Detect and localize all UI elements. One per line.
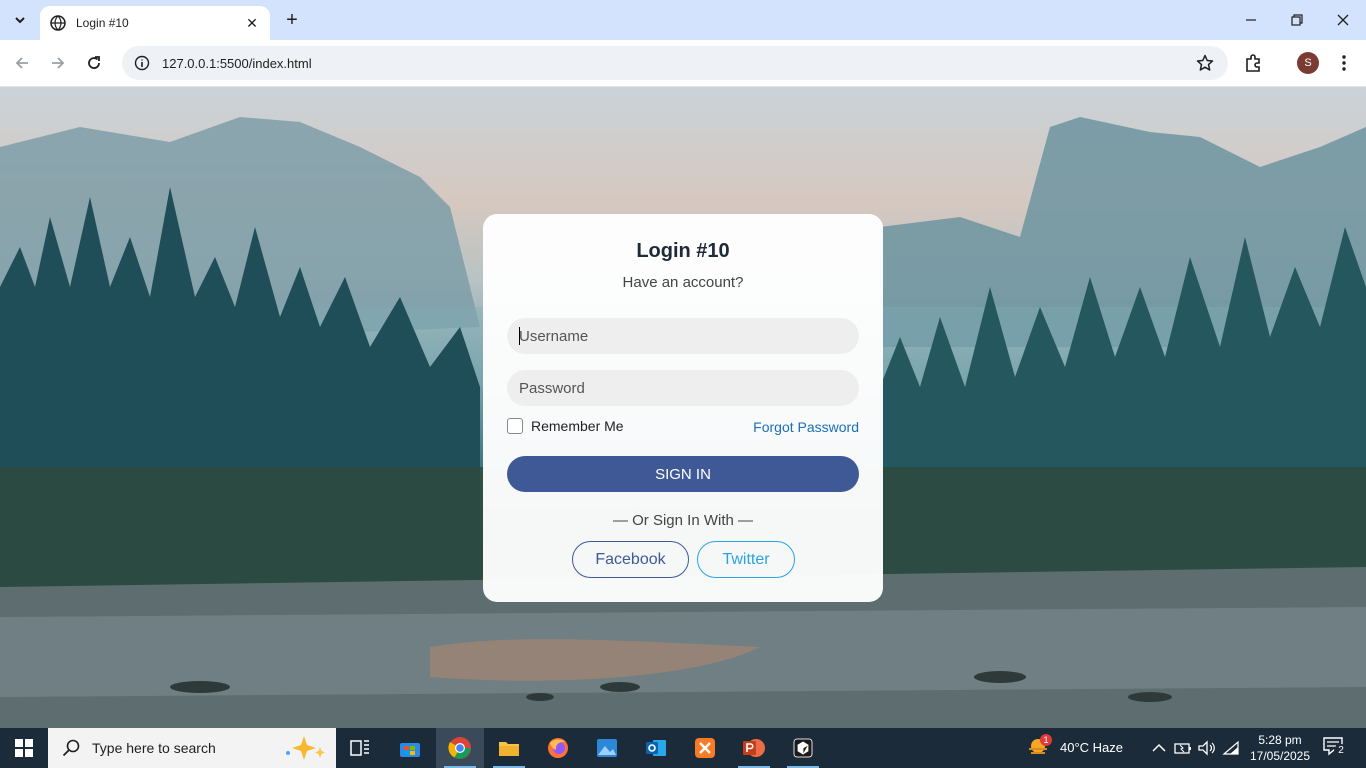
arrow-left-icon bbox=[15, 57, 28, 69]
page-viewport: Login #10 Have an account? Remember Me F… bbox=[0, 87, 1366, 728]
volume-icon[interactable] bbox=[1198, 740, 1216, 756]
start-button[interactable] bbox=[0, 728, 48, 768]
forgot-password-link[interactable]: Forgot Password bbox=[753, 419, 859, 435]
notification-center-button[interactable]: 2 bbox=[1322, 736, 1348, 760]
chevron-up-icon[interactable] bbox=[1152, 743, 1166, 753]
photos-button[interactable] bbox=[583, 728, 631, 768]
clock-time: 5:28 pm bbox=[1258, 733, 1302, 747]
minimize-button[interactable] bbox=[1228, 0, 1274, 40]
reload-icon bbox=[88, 56, 100, 69]
tab-title: Login #10 bbox=[76, 16, 129, 30]
search-placeholder: Type here to search bbox=[92, 740, 216, 756]
task-view-button[interactable] bbox=[336, 728, 384, 768]
terminal-app-button[interactable] bbox=[779, 728, 827, 768]
sign-in-button[interactable]: SIGN IN bbox=[507, 456, 859, 492]
folder-icon bbox=[499, 742, 519, 756]
sparkle-icon bbox=[286, 736, 325, 760]
battery-icon[interactable] bbox=[1174, 741, 1192, 755]
tab-search-button[interactable] bbox=[8, 8, 32, 32]
app-box-icon bbox=[793, 738, 813, 758]
chevron-down-icon bbox=[15, 17, 25, 24]
facebook-button[interactable]: Facebook bbox=[572, 541, 689, 578]
profile-avatar[interactable]: S bbox=[1297, 52, 1319, 74]
extensions-button[interactable] bbox=[1243, 52, 1265, 74]
xampp-button[interactable] bbox=[681, 728, 729, 768]
url-text: 127.0.0.1:5500/index.html bbox=[162, 55, 312, 71]
reload-button[interactable] bbox=[81, 50, 107, 76]
clock[interactable]: 5:28 pm 17/05/2025 bbox=[1240, 732, 1320, 764]
login-subheading: Have an account? bbox=[622, 274, 744, 291]
store-icon bbox=[400, 743, 420, 757]
taskbar-search[interactable]: Type here to search bbox=[48, 728, 336, 768]
wifi-icon[interactable] bbox=[1222, 740, 1240, 756]
tab-strip: Login #10 ✕ + bbox=[0, 0, 1366, 40]
weather-badge: 1 bbox=[1040, 734, 1052, 746]
username-input[interactable] bbox=[507, 318, 859, 354]
search-icon bbox=[62, 739, 80, 757]
photos-icon bbox=[597, 739, 617, 757]
close-icon bbox=[1337, 14, 1349, 26]
info-icon[interactable] bbox=[134, 55, 150, 71]
twitter-button[interactable]: Twitter bbox=[697, 541, 795, 578]
restore-button[interactable] bbox=[1274, 0, 1320, 40]
new-tab-button[interactable]: + bbox=[280, 8, 304, 32]
taskbar: Type here to search 1 40°C Haze 5:28 pm … bbox=[0, 728, 1366, 768]
firefox-icon bbox=[548, 738, 568, 758]
notification-count: 2 bbox=[1334, 744, 1348, 758]
text-caret bbox=[519, 327, 520, 345]
remember-label: Remember Me bbox=[531, 418, 624, 434]
arrow-right-icon bbox=[52, 57, 65, 69]
powerpoint-button[interactable] bbox=[730, 728, 778, 768]
outlook-icon bbox=[646, 740, 666, 756]
password-input[interactable] bbox=[507, 370, 859, 406]
address-bar[interactable]: 127.0.0.1:5500/index.html bbox=[122, 46, 1228, 80]
task-view-icon bbox=[350, 740, 369, 756]
forward-button[interactable] bbox=[45, 50, 71, 76]
browser-tab[interactable]: Login #10 ✕ bbox=[40, 6, 270, 40]
browser-toolbar: 127.0.0.1:5500/index.html bbox=[0, 40, 1366, 87]
globe-icon bbox=[50, 15, 66, 31]
remember-me[interactable]: Remember Me bbox=[507, 418, 624, 434]
close-tab-icon[interactable]: ✕ bbox=[244, 15, 260, 31]
login-card: Login #10 Have an account? Remember Me F… bbox=[483, 214, 883, 602]
menu-button[interactable] bbox=[1333, 52, 1355, 74]
bookmark-star-icon[interactable] bbox=[1196, 54, 1214, 72]
kebab-menu-icon bbox=[1342, 55, 1346, 71]
microsoft-store-button[interactable] bbox=[386, 728, 434, 768]
minimize-icon bbox=[1246, 19, 1256, 21]
puzzle-icon bbox=[1246, 54, 1260, 72]
chrome-taskbar-button[interactable] bbox=[436, 728, 484, 768]
outlook-button[interactable] bbox=[632, 728, 680, 768]
back-button[interactable] bbox=[9, 50, 35, 76]
close-window-button[interactable] bbox=[1320, 0, 1366, 40]
or-sign-in-with-text: — Or Sign In With — bbox=[612, 512, 754, 529]
restore-icon bbox=[1291, 14, 1303, 26]
powerpoint-icon bbox=[743, 739, 765, 757]
weather-text[interactable]: 40°C Haze bbox=[1060, 740, 1123, 755]
chrome-icon bbox=[448, 737, 471, 759]
login-heading: Login #10 bbox=[636, 240, 730, 262]
xampp-icon bbox=[695, 738, 715, 758]
remember-checkbox[interactable] bbox=[507, 418, 523, 434]
firefox-button[interactable] bbox=[534, 728, 582, 768]
windows-logo-icon bbox=[15, 739, 33, 757]
clock-date: 17/05/2025 bbox=[1249, 749, 1311, 763]
file-explorer-button[interactable] bbox=[485, 728, 533, 768]
